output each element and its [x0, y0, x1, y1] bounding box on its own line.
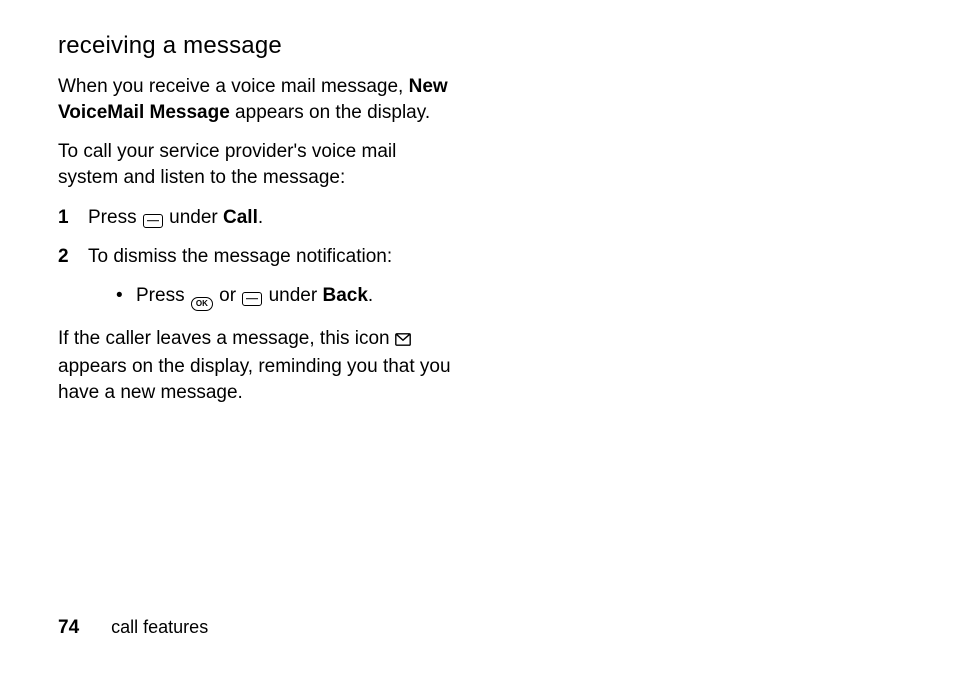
intro-paragraph-1: When you receive a voice mail message, N…	[58, 74, 458, 125]
ok-icon: OK	[191, 286, 213, 313]
bold-label-back: Back	[322, 285, 367, 306]
content-column: receiving a message When you receive a v…	[58, 32, 458, 405]
intro-paragraph-2: To call your service provider's voice ma…	[58, 139, 458, 190]
section-heading: receiving a message	[58, 32, 458, 60]
step-2: To dismiss the message notification: Pre…	[58, 244, 458, 312]
closing-paragraph: If the caller leaves a message, this ico…	[58, 326, 458, 405]
steps-list: Press under Call. To dismiss the message…	[58, 205, 458, 313]
page-number: 74	[58, 617, 79, 638]
mail-icon	[395, 328, 411, 354]
text-fragment: appears on the display.	[230, 102, 430, 123]
softkey-icon	[143, 208, 163, 235]
text-fragment: Press	[88, 207, 142, 228]
substep-list: Press OK or under Back.	[88, 283, 458, 313]
manual-page: receiving a message When you receive a v…	[0, 0, 954, 677]
section-label: call features	[79, 617, 208, 637]
step-1: Press under Call.	[58, 205, 458, 235]
text-fragment: under	[263, 285, 322, 306]
text-fragment: When you receive a voice mail message,	[58, 76, 409, 97]
text-fragment: To dismiss the message notification:	[88, 246, 392, 267]
text-fragment: Press	[136, 285, 190, 306]
substep-1: Press OK or under Back.	[116, 283, 458, 313]
text-fragment: or	[214, 285, 241, 306]
text-fragment: appears on the display, reminding you th…	[58, 356, 451, 403]
text-fragment: .	[258, 207, 263, 228]
softkey-icon	[242, 286, 262, 313]
page-footer: 74call features	[58, 617, 208, 639]
text-fragment: .	[368, 285, 373, 306]
text-fragment: If the caller leaves a message, this ico…	[58, 328, 395, 349]
text-fragment: under	[164, 207, 223, 228]
bold-label-call: Call	[223, 207, 258, 228]
